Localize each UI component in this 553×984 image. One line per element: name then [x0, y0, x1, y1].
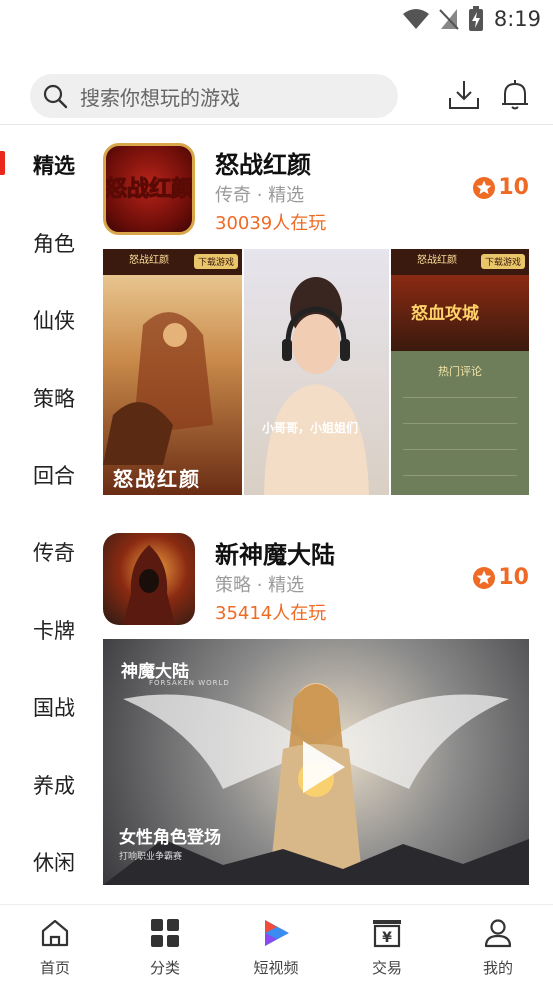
category-label: 精选: [33, 154, 75, 178]
svg-text:¥: ¥: [382, 930, 392, 946]
game-icon[interactable]: 怒战红颜: [103, 143, 195, 235]
shot-download-button: 下载游戏: [480, 254, 525, 269]
category-label: 休闲: [33, 851, 75, 875]
video-banner[interactable]: 神魔大陆 FORSAKEN WORLD 女性角色登场 打响职业争霸赛: [103, 639, 529, 885]
nav-short-video[interactable]: 短视频: [221, 905, 331, 984]
search-header: 搜索你想玩的游戏: [0, 72, 553, 120]
shot-section-title: 热门评论: [438, 365, 482, 378]
wifi-icon: [402, 9, 429, 29]
score-value: 10: [498, 175, 529, 200]
game-player-count: 30039人在玩: [215, 213, 327, 234]
status-bar: 8:19: [0, 0, 553, 38]
star-badge-icon: [473, 176, 496, 199]
active-indicator: [0, 151, 5, 175]
banner-subcaption: 打响职业争霸赛: [119, 852, 183, 862]
banner-caption: 女性角色登场: [119, 828, 221, 848]
category-item-turn-based[interactable]: 回合: [0, 452, 95, 492]
score-value: 10: [498, 565, 529, 590]
screenshot-gallery[interactable]: 怒战红颜 下载游戏 怒战红颜 小哥哥，小姐姐们 怒战红颜 下载游戏 怒血攻城 热…: [103, 249, 529, 495]
category-label: 卡牌: [33, 619, 75, 643]
game-icon[interactable]: [103, 533, 195, 625]
comment-row: [403, 383, 517, 398]
shot-download-button: 下载游戏: [193, 254, 238, 269]
shot-caption: 怒战红颜: [113, 467, 201, 491]
comment-row: [403, 461, 517, 476]
screenshot-2[interactable]: 小哥哥，小姐姐们: [244, 249, 389, 495]
category-label: 角色: [33, 232, 75, 256]
category-label: 养成: [33, 774, 75, 798]
bottom-nav: 首页 分类 短视频 ¥ 交易 我的: [0, 904, 553, 984]
category-item-legend[interactable]: 传奇: [0, 529, 95, 569]
bell-icon[interactable]: [498, 78, 532, 112]
category-item-casual[interactable]: 休闲: [0, 839, 95, 879]
game-title: 新神魔大陆: [215, 541, 335, 569]
nav-label: 分类: [149, 959, 180, 977]
category-label: 国战: [33, 696, 75, 720]
category-item-nurture[interactable]: 养成: [0, 762, 95, 802]
nav-profile[interactable]: 我的: [443, 905, 553, 984]
shot-art: [103, 312, 213, 465]
star-badge-icon: [473, 566, 496, 589]
shot-header-title: 怒战红颜: [417, 255, 457, 266]
game-logo-art: 怒战红颜: [106, 176, 192, 203]
category-label: 传奇: [33, 541, 75, 565]
shot-header-title: 怒战红颜: [129, 255, 169, 266]
nav-trade[interactable]: ¥ 交易: [332, 905, 442, 984]
nav-home[interactable]: 首页: [0, 905, 110, 984]
comment-row: [403, 409, 517, 424]
play-icon[interactable]: [299, 739, 347, 795]
game-card[interactable]: 怒战红颜 怒战红颜 传奇 · 精选 30039人在玩 10 怒战红颜 下载游戏 …: [103, 143, 529, 495]
search-input[interactable]: 搜索你想玩的游戏: [30, 74, 398, 118]
game-title: 怒战红颜: [215, 151, 311, 179]
short-video-icon: [265, 920, 289, 946]
category-label: 策略: [33, 387, 75, 411]
category-sidebar: 精选 角色 仙侠 策略 回合 传奇 卡牌 国战 养成 休闲: [0, 125, 95, 905]
search-icon: [43, 84, 68, 109]
category-grid-icon: [151, 919, 179, 947]
category-item-role[interactable]: 角色: [0, 220, 95, 260]
no-signal-icon: [439, 9, 459, 30]
category-item-strategy[interactable]: 策略: [0, 375, 95, 415]
status-time: 8:19: [493, 7, 541, 31]
nav-label: 首页: [39, 959, 70, 977]
category-label: 回合: [33, 464, 75, 488]
game-player-count: 35414人在玩: [215, 603, 327, 624]
category-label: 仙侠: [33, 309, 75, 333]
game-card[interactable]: 新神魔大陆 策略 · 精选 35414人在玩 10 神魔大陆 FORSAKEN …: [103, 533, 529, 885]
nav-label: 短视频: [253, 959, 299, 977]
screenshot-1[interactable]: 怒战红颜 下载游戏 怒战红颜: [103, 249, 242, 495]
comment-row: [403, 435, 517, 450]
battery-charging-icon: [468, 6, 483, 31]
game-score: 10: [472, 565, 529, 590]
shot-banner-text: 怒血攻城: [411, 304, 479, 324]
banner-sublogo: FORSAKEN WORLD: [149, 679, 230, 687]
home-icon: [41, 919, 69, 947]
game-tags: 传奇 · 精选: [215, 185, 305, 206]
nav-label: 我的: [482, 959, 513, 977]
game-tags: 策略 · 精选: [215, 575, 305, 596]
category-item-card[interactable]: 卡牌: [0, 607, 95, 647]
game-score: 10: [472, 175, 529, 200]
download-icon[interactable]: [447, 78, 481, 112]
shot-person-art: [264, 277, 369, 495]
shot-caption: 小哥哥，小姐姐们: [262, 421, 359, 435]
icon-logo-text: 怒战红颜: [106, 176, 192, 202]
profile-icon: [484, 919, 512, 948]
game-icon-art: [123, 545, 175, 625]
search-placeholder: 搜索你想玩的游戏: [80, 85, 240, 110]
nav-category[interactable]: 分类: [110, 905, 220, 984]
screenshot-3[interactable]: 怒战红颜 下载游戏 怒血攻城 热门评论: [391, 249, 529, 495]
nav-label: 交易: [371, 959, 402, 977]
category-item-featured[interactable]: 精选: [0, 142, 95, 182]
category-item-national-war[interactable]: 国战: [0, 684, 95, 724]
category-item-xianxia[interactable]: 仙侠: [0, 297, 95, 337]
trade-icon: ¥: [373, 920, 401, 948]
